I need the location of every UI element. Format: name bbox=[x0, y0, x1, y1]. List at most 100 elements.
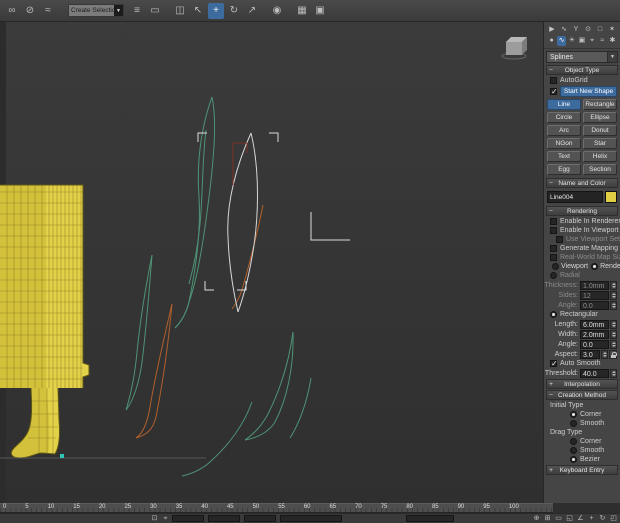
button-circle[interactable]: Circle bbox=[547, 112, 581, 123]
vertex-marker[interactable] bbox=[60, 454, 64, 458]
viewport-radio[interactable] bbox=[552, 263, 559, 270]
object-color-swatch[interactable] bbox=[605, 191, 617, 203]
collapse-icon[interactable]: − bbox=[547, 208, 555, 215]
zoom-extents-all-icon[interactable]: ◱ bbox=[564, 514, 575, 523]
button-donut[interactable]: Donut bbox=[583, 125, 617, 136]
tab-create[interactable]: ▶ bbox=[547, 25, 557, 34]
select-and-scale-button[interactable]: ↗ bbox=[244, 3, 260, 19]
select-and-move-button[interactable]: + bbox=[208, 2, 224, 19]
renderer-radio[interactable] bbox=[591, 263, 599, 270]
zoom-extents-icon[interactable]: ▭ bbox=[553, 514, 564, 523]
z-coordinate-field[interactable] bbox=[244, 515, 276, 522]
rectangular-selection-region-button[interactable]: ▭ bbox=[147, 3, 163, 19]
rollout-creation-method[interactable]: − Creation Method bbox=[546, 390, 618, 400]
rectangular-radio[interactable] bbox=[550, 311, 557, 318]
tab-display[interactable]: □ bbox=[595, 25, 605, 34]
button-section[interactable]: Section bbox=[583, 164, 617, 175]
spinner-control[interactable] bbox=[610, 300, 617, 310]
spinner-control[interactable] bbox=[610, 339, 617, 349]
category-geometry[interactable]: ● bbox=[547, 36, 556, 46]
aspect-lock-button[interactable] bbox=[609, 349, 617, 359]
start-new-shape-button[interactable]: Start New Shape bbox=[560, 86, 617, 97]
category-cameras[interactable]: ▣ bbox=[577, 36, 586, 46]
time-slider-track[interactable]: 0 5 10 15 20 25 30 35 40 45 50 55 60 65 … bbox=[0, 503, 553, 513]
active-line-spline[interactable] bbox=[227, 132, 258, 313]
field-of-view-icon[interactable]: ∠ bbox=[575, 514, 586, 523]
zoom-all-icon[interactable]: ⊞ bbox=[542, 514, 553, 523]
expand-icon[interactable]: + bbox=[547, 467, 555, 474]
zoom-icon[interactable]: ⊕ bbox=[531, 514, 542, 523]
thickness-field[interactable]: 1.0mm bbox=[580, 280, 609, 290]
autogrid-checkbox[interactable] bbox=[550, 77, 557, 84]
button-ngon[interactable]: NGon bbox=[547, 138, 581, 149]
length-field[interactable]: 6.0mm bbox=[580, 319, 609, 329]
object-name-field[interactable]: Line004 bbox=[547, 191, 603, 203]
real-world-map-size-checkbox[interactable] bbox=[550, 254, 557, 261]
dropdown-arrow-icon[interactable]: ▼ bbox=[607, 52, 617, 62]
button-text[interactable]: Text bbox=[547, 151, 581, 162]
auto-smooth-checkbox[interactable] bbox=[550, 359, 558, 368]
select-and-link-icon[interactable]: ∞ bbox=[4, 3, 20, 19]
initial-smooth-radio[interactable] bbox=[570, 420, 577, 427]
spinner-control[interactable] bbox=[610, 368, 617, 378]
named-selection-sets-dropdown[interactable]: Create Selection Se ▼ bbox=[68, 4, 124, 17]
aspect-field[interactable]: 3.0 bbox=[580, 349, 600, 359]
spinner-control[interactable] bbox=[610, 329, 617, 339]
green-spline-curves[interactable] bbox=[125, 96, 312, 477]
tab-utilities[interactable]: ✶ bbox=[607, 25, 617, 34]
drag-bezier-radio[interactable] bbox=[570, 456, 577, 463]
selection-lock-icon[interactable]: ⌖ bbox=[161, 515, 170, 523]
threshold-field[interactable]: 40.0 bbox=[580, 368, 609, 378]
dropdown-arrow-icon[interactable]: ▼ bbox=[114, 5, 123, 16]
material-editor-button[interactable]: ◉ bbox=[269, 3, 285, 19]
width-field[interactable]: 2.0mm bbox=[580, 329, 609, 339]
tab-modify[interactable]: ∿ bbox=[559, 25, 569, 34]
button-ellipse[interactable]: Ellipse bbox=[583, 112, 617, 123]
spinner-control[interactable] bbox=[610, 290, 617, 300]
category-shapes[interactable]: ∿ bbox=[557, 36, 567, 46]
button-line[interactable]: Line bbox=[547, 99, 581, 110]
pan-icon[interactable]: + bbox=[586, 514, 597, 523]
category-lights[interactable]: ☀ bbox=[567, 36, 576, 46]
rendered-frame-window-button[interactable]: ▣ bbox=[312, 3, 328, 19]
initial-corner-radio[interactable] bbox=[570, 411, 577, 418]
render-setup-button[interactable]: ▦ bbox=[294, 3, 310, 19]
orbit-icon[interactable]: ↻ bbox=[597, 514, 608, 523]
collapse-icon[interactable]: − bbox=[547, 180, 555, 187]
maximize-viewport-icon[interactable]: ◰ bbox=[608, 514, 619, 523]
bind-to-space-warp-icon[interactable]: ≈ bbox=[40, 3, 56, 19]
use-viewport-settings-checkbox[interactable] bbox=[556, 236, 563, 243]
expand-icon[interactable]: + bbox=[547, 381, 555, 388]
generate-mapping-coords-checkbox[interactable] bbox=[550, 245, 557, 252]
shape-type-dropdown[interactable]: Splines ▼ bbox=[546, 51, 618, 63]
drag-smooth-radio[interactable] bbox=[570, 447, 577, 454]
button-helix[interactable]: Helix bbox=[583, 151, 617, 162]
x-coordinate-field[interactable] bbox=[172, 515, 204, 522]
spinner-control[interactable] bbox=[610, 319, 617, 329]
spinner-control[interactable] bbox=[610, 280, 617, 290]
viewcube[interactable] bbox=[501, 37, 527, 60]
tab-hierarchy[interactable]: Y bbox=[571, 25, 581, 34]
spinner-control[interactable] bbox=[601, 349, 608, 359]
collapse-icon[interactable]: − bbox=[547, 67, 555, 74]
category-space-warps[interactable]: ≈ bbox=[598, 36, 607, 46]
rollout-name-and-color[interactable]: − Name and Color bbox=[546, 178, 618, 188]
window-crossing-toggle[interactable]: ◫ bbox=[172, 3, 188, 19]
button-rectangle[interactable]: Rectangle bbox=[583, 99, 617, 110]
enable-in-viewport-checkbox[interactable] bbox=[550, 227, 557, 234]
orange-spline-curves[interactable] bbox=[135, 204, 264, 439]
drag-corner-radio[interactable] bbox=[570, 438, 577, 445]
rect-angle-field[interactable]: 0.0 bbox=[580, 339, 609, 349]
viewport-canvas[interactable] bbox=[0, 22, 543, 503]
unlink-selection-icon[interactable]: ⊘ bbox=[22, 3, 38, 19]
frame-number-field[interactable] bbox=[406, 515, 454, 522]
button-egg[interactable]: Egg bbox=[547, 164, 581, 175]
select-object-button[interactable]: ↖ bbox=[190, 3, 206, 19]
start-new-shape-checkbox[interactable] bbox=[550, 87, 558, 96]
select-by-name-button[interactable]: ≡ bbox=[129, 3, 145, 19]
collapse-icon[interactable]: − bbox=[547, 392, 555, 399]
tab-motion[interactable]: ⊙ bbox=[583, 25, 593, 34]
rollout-object-type[interactable]: − Object Type bbox=[546, 65, 618, 75]
radial-radio[interactable] bbox=[550, 272, 557, 279]
button-star[interactable]: Star bbox=[583, 138, 617, 149]
